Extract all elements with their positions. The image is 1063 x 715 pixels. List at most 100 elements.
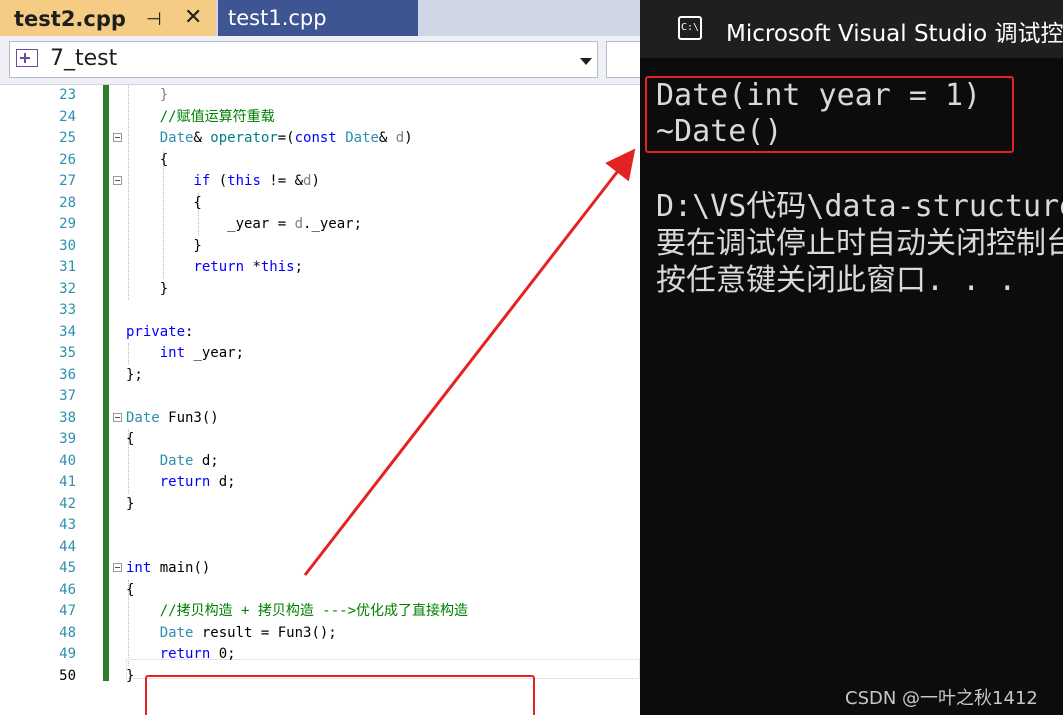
tab-test1-cpp[interactable]: test1.cpp <box>218 0 418 36</box>
console-output-line: 要在调试停止时自动关闭控制台 <box>656 226 1063 261</box>
line-number: 40 <box>59 452 76 469</box>
console-icon: C:\ <box>678 16 702 40</box>
code-line[interactable]: 25 Date& operator=(const Date& d) <box>0 128 640 150</box>
line-number: 36 <box>59 366 76 383</box>
annotation-box-editor <box>145 675 535 715</box>
code-line[interactable]: 33 <box>0 300 640 322</box>
scope-label: 7_test <box>50 46 118 71</box>
code-text: Date Fun3() <box>126 409 219 426</box>
line-number: 24 <box>59 108 76 125</box>
line-number: 45 <box>59 560 76 576</box>
line-number: 27 <box>59 173 76 189</box>
code-text: } <box>126 667 135 684</box>
line-number: 33 <box>59 302 76 318</box>
code-text: return 0; <box>126 646 236 662</box>
code-text: _year = d._year; <box>126 216 363 232</box>
code-text: { <box>126 581 135 598</box>
code-line[interactable]: 36}; <box>0 365 640 387</box>
code-text: Date result = Fun3(); <box>126 624 337 641</box>
tab-label: test2.cpp <box>14 7 126 31</box>
code-text: Date d; <box>126 452 219 469</box>
line-number: 43 <box>59 517 76 533</box>
console-output-line: D:\VS代码\data-structure <box>656 189 1063 224</box>
code-text: }; <box>126 366 143 383</box>
line-number: 39 <box>59 431 76 447</box>
collapse-icon[interactable] <box>113 133 122 142</box>
code-area[interactable]: 23 } 24 //赋值运算符重载 25 Date& operator=(const… <box>0 85 640 715</box>
line-number: 47 <box>59 603 76 619</box>
code-text: { <box>126 151 169 168</box>
code-text: Date& operator=(const Date& d) <box>126 130 413 146</box>
close-icon[interactable]: ✕ <box>184 5 202 30</box>
code-text: return *this; <box>193 259 304 275</box>
code-line[interactable]: 23 } <box>0 85 640 107</box>
document-tab-bar: test2.cpp ⊣ ✕ test1.cpp <box>0 0 640 36</box>
line-number: 49 <box>59 646 76 662</box>
line-number: 37 <box>59 388 76 404</box>
code-line[interactable]: 39 { <box>0 429 640 451</box>
code-line[interactable]: 42} <box>0 494 640 516</box>
line-number: 42 <box>59 495 76 512</box>
line-number: 30 <box>59 237 76 254</box>
code-text: if (this != &d) <box>193 173 320 189</box>
code-line[interactable]: 28 { <box>0 193 640 215</box>
code-line[interactable]: 26 { <box>0 150 640 172</box>
code-text: private: <box>126 323 194 340</box>
code-text: return d; <box>126 474 236 490</box>
project-scope-dropdown[interactable]: 7_test <box>9 41 598 78</box>
code-line[interactable]: 47 //拷贝构造 + 拷贝构造 --->优化成了直接构造 <box>0 601 640 623</box>
console-title: Microsoft Visual Studio 调试控制台 <box>726 21 1063 47</box>
console-output-line: 按任意键关闭此窗口. . . <box>656 263 1017 298</box>
code-text: { <box>126 194 202 211</box>
code-text: int _year; <box>159 345 245 361</box>
tab-test2-cpp[interactable]: test2.cpp ⊣ ✕ <box>0 0 216 36</box>
debug-console-window: C:\ Microsoft Visual Studio 调试控制台 Date(i… <box>640 0 1063 715</box>
code-text: { <box>126 431 135 447</box>
code-line[interactable]: 35 int _year; <box>0 343 640 365</box>
code-line[interactable]: 31 return *this; <box>0 257 640 279</box>
line-number: 50 <box>59 667 76 684</box>
member-scope-dropdown[interactable] <box>606 41 640 78</box>
collapse-icon[interactable] <box>113 176 122 185</box>
code-text: } <box>126 237 202 254</box>
code-line[interactable]: 30 } <box>0 236 640 258</box>
line-number: 46 <box>59 581 76 598</box>
code-text: //赋值运算符重载 <box>126 108 275 125</box>
code-line[interactable]: 43 <box>0 515 640 537</box>
console-titlebar[interactable]: C:\ Microsoft Visual Studio 调试控制台 <box>640 0 1063 58</box>
code-line[interactable]: 29 _year = d._year; <box>0 214 640 236</box>
code-line[interactable]: 37 <box>0 386 640 408</box>
collapse-icon[interactable] <box>113 563 122 572</box>
line-number: 48 <box>59 624 76 641</box>
code-line[interactable]: 38 Date Fun3() <box>0 408 640 430</box>
code-line[interactable]: 49 return 0; <box>0 644 640 666</box>
code-line[interactable]: 45 int main() <box>0 558 640 580</box>
watermark: CSDN @一叶之秋1412 <box>845 688 1038 709</box>
line-number: 25 <box>59 130 76 146</box>
line-number: 29 <box>59 216 76 232</box>
collapse-icon[interactable] <box>113 412 122 422</box>
chevron-down-icon[interactable] <box>580 58 592 65</box>
code-text: int main() <box>126 560 211 576</box>
code-line[interactable]: 34 private: <box>0 322 640 344</box>
code-line[interactable]: 48 Date result = Fun3(); <box>0 623 640 645</box>
line-number: 26 <box>59 151 76 168</box>
line-number: 31 <box>59 259 76 275</box>
pin-icon[interactable]: ⊣ <box>146 9 162 30</box>
line-number: 32 <box>59 280 76 297</box>
line-number: 35 <box>59 345 76 361</box>
code-line[interactable]: 24 //赋值运算符重载 <box>0 107 640 129</box>
line-number: 44 <box>59 538 76 555</box>
code-line[interactable]: 27 if (this != &d) <box>0 171 640 193</box>
code-text: } <box>126 87 169 103</box>
code-line[interactable]: 46 { <box>0 580 640 602</box>
line-number: 34 <box>59 323 76 340</box>
code-text: //拷贝构造 + 拷贝构造 --->优化成了直接构造 <box>126 603 469 619</box>
code-line[interactable]: 32 } <box>0 279 640 301</box>
code-editor: test2.cpp ⊣ ✕ test1.cpp 7_test 23 } 24 //… <box>0 0 640 715</box>
tab-label: test1.cpp <box>228 6 327 30</box>
code-line[interactable]: 41 return d; <box>0 472 640 494</box>
code-line[interactable]: 40 Date d; <box>0 451 640 473</box>
line-number: 41 <box>59 474 76 490</box>
code-line[interactable]: 44 <box>0 537 640 559</box>
